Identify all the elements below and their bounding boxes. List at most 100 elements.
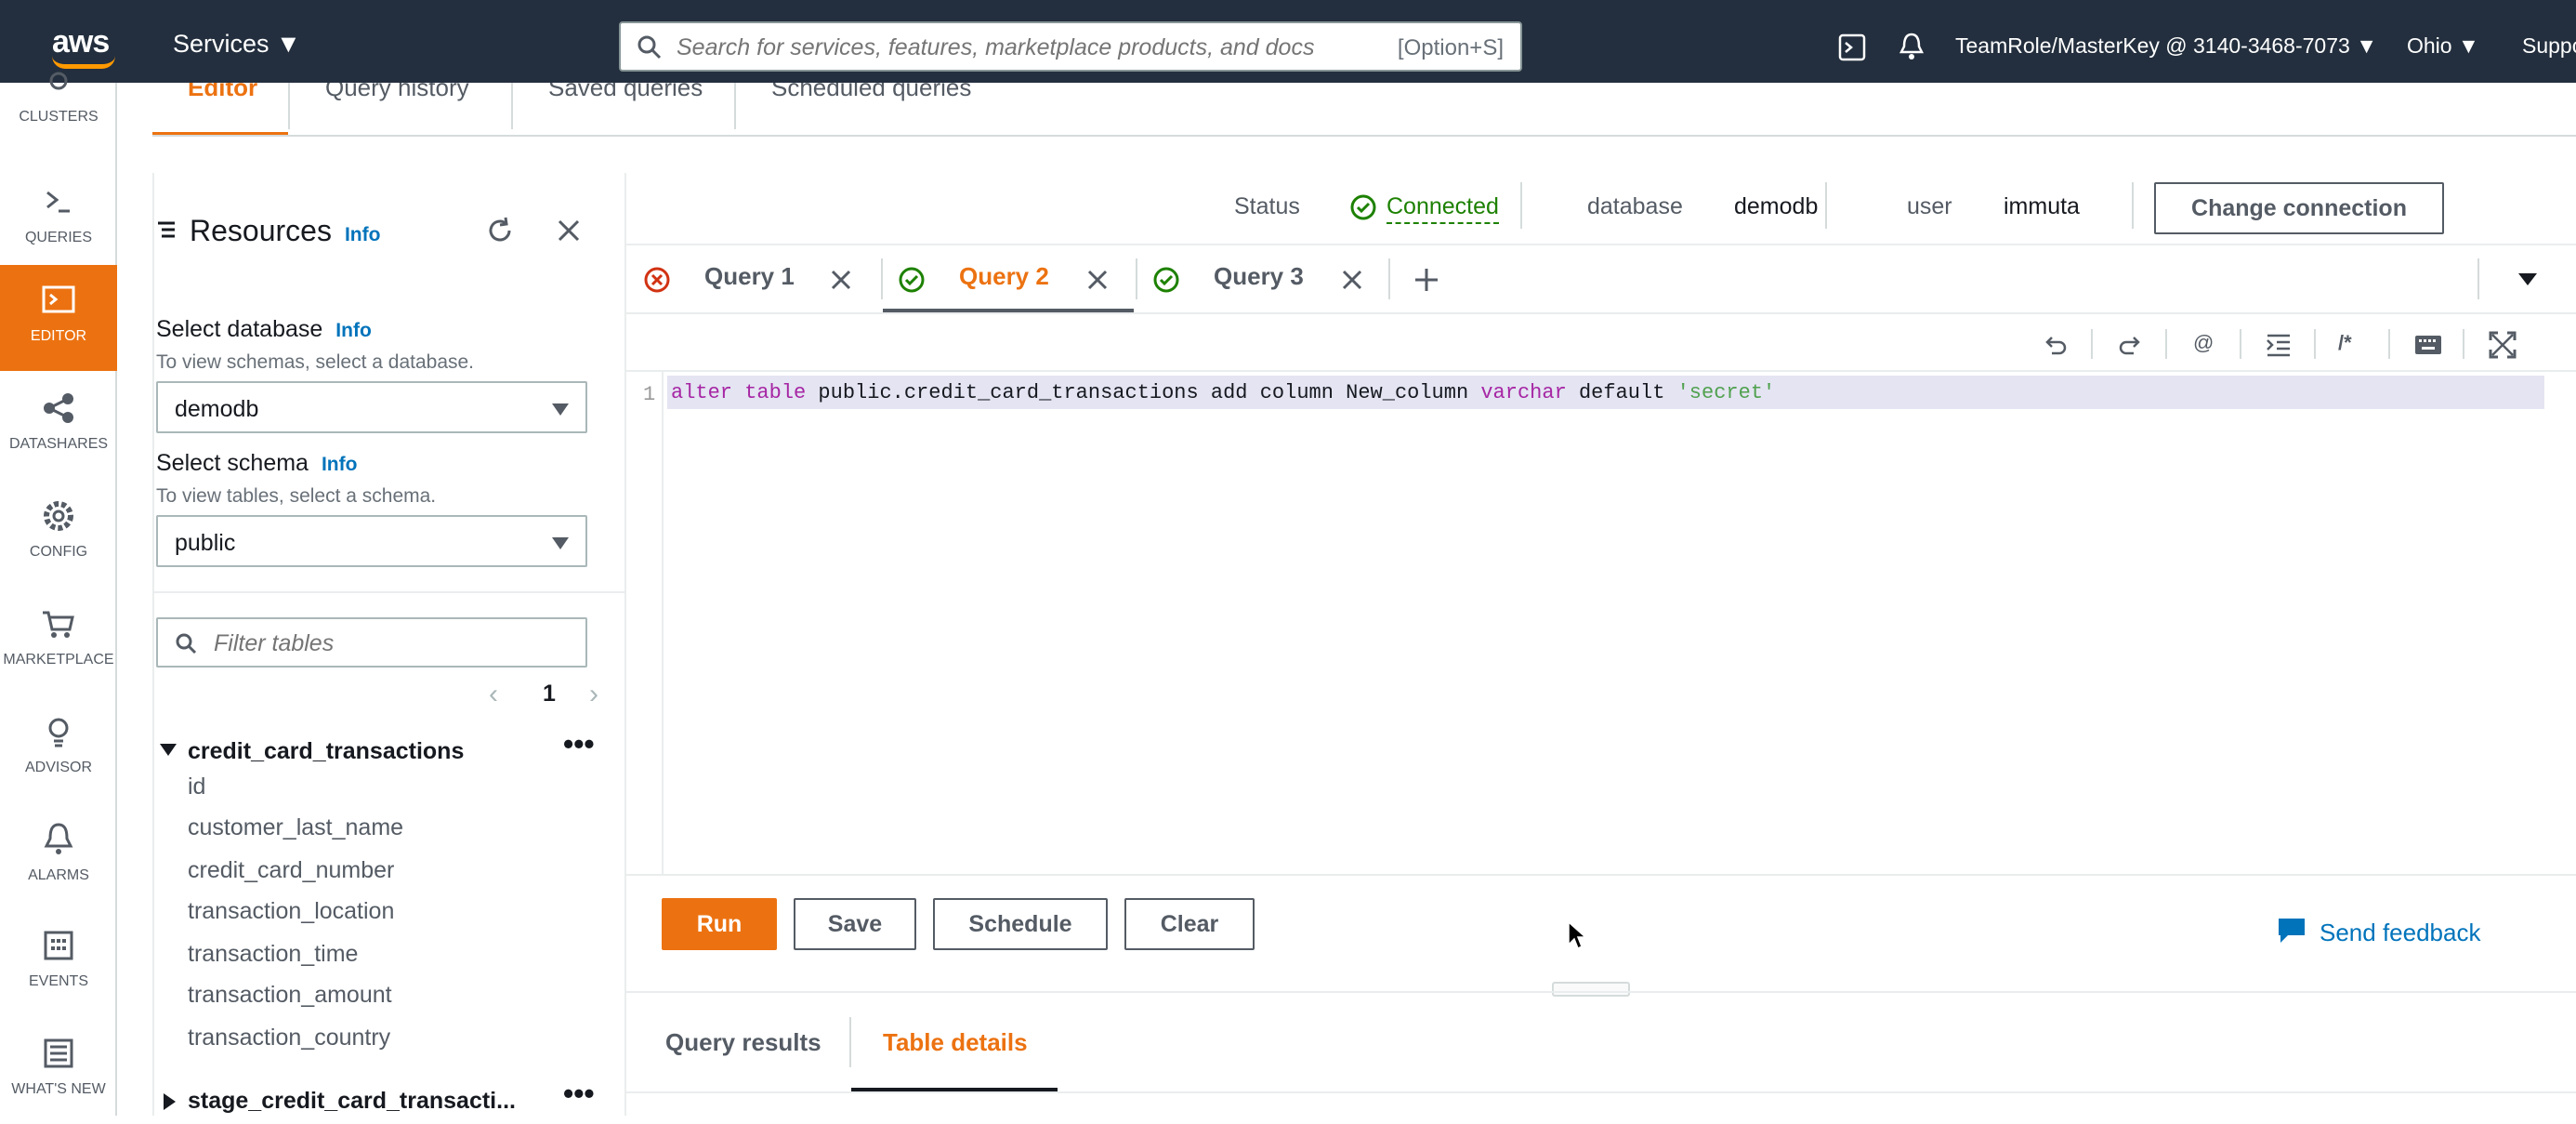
add-tab-icon[interactable] xyxy=(1413,266,1440,294)
close-tab-icon[interactable] xyxy=(1085,268,1110,292)
tab-scheduled-queries[interactable]: Scheduled queries xyxy=(771,83,971,102)
success-check-icon xyxy=(899,267,925,293)
expand-right-icon[interactable] xyxy=(164,1093,176,1110)
rail-item-queries[interactable]: QUERIES xyxy=(0,166,117,272)
format-indent-icon[interactable] xyxy=(2266,333,2292,357)
column-item[interactable]: id xyxy=(188,774,205,800)
rail-item-advisor[interactable]: ADVISOR xyxy=(0,696,117,802)
database-hint: To view schemas, select a database. xyxy=(156,351,475,373)
page-next-icon[interactable]: › xyxy=(589,679,598,710)
filter-tables-input[interactable] xyxy=(214,629,567,657)
services-menu[interactable]: Services ▼ xyxy=(173,30,301,59)
run-button[interactable]: Run xyxy=(662,898,777,950)
tab-table-details[interactable]: Table details xyxy=(883,1028,1028,1057)
rail-item-clusters[interactable]: CLUSTERS xyxy=(0,46,117,152)
rail-item-datashares[interactable]: DATASHARES xyxy=(0,373,117,479)
support-menu[interactable]: Suppo xyxy=(2522,33,2576,59)
rail-label: EDITOR xyxy=(30,328,87,344)
close-tab-icon[interactable] xyxy=(1340,268,1364,292)
table-stage-credit-card-transactions[interactable]: stage_credit_card_transacti... xyxy=(188,1088,516,1115)
refresh-icon[interactable] xyxy=(485,216,515,245)
schema-select[interactable]: public xyxy=(156,515,587,567)
tab-editor[interactable]: Editor xyxy=(188,83,257,102)
column-item[interactable]: transaction_amount xyxy=(188,982,392,1009)
comment-icon[interactable]: /* xyxy=(2338,331,2352,355)
page-prev-icon[interactable]: ‹ xyxy=(489,679,498,710)
search-icon xyxy=(176,633,197,655)
region-label: Ohio xyxy=(2407,33,2452,58)
caret-down-icon: ▼ xyxy=(276,30,301,58)
account-menu[interactable]: TeamRole/MasterKey @ 3140-3468-7073 ▼ xyxy=(1955,33,2377,59)
database-select-value: demodb xyxy=(175,396,259,422)
sql-editor[interactable]: alter table public.credit_card_transacti… xyxy=(671,381,1775,404)
redo-icon[interactable] xyxy=(2117,333,2143,357)
rail-item-marketplace[interactable]: MARKETPLACE xyxy=(0,588,117,694)
fullscreen-icon[interactable] xyxy=(2489,331,2517,359)
schedule-button[interactable]: Schedule xyxy=(933,898,1108,950)
resize-handle[interactable] xyxy=(1552,982,1630,997)
search-icon xyxy=(637,35,662,60)
tabs-menu-icon[interactable] xyxy=(2518,273,2537,285)
page-number[interactable]: 1 xyxy=(543,681,556,707)
resources-title-text: Resources xyxy=(190,214,332,247)
global-search[interactable]: [Option+S] xyxy=(619,21,1522,72)
schema-info-link[interactable]: Info xyxy=(322,454,357,475)
select-schema-text: Select schema xyxy=(156,450,309,476)
editor-tabbar: Editor Query history Saved queries Sched… xyxy=(152,83,2576,137)
rail-item-editor[interactable]: EDITOR xyxy=(0,265,117,371)
divider xyxy=(626,244,2576,245)
connected-check-icon xyxy=(1350,194,1376,220)
keyboard-icon[interactable] xyxy=(2414,335,2442,355)
filter-tables[interactable] xyxy=(156,617,587,668)
tab-query-1[interactable]: Query 1 xyxy=(704,262,795,291)
connection-status[interactable]: Connected xyxy=(1387,193,1499,224)
parameter-icon[interactable]: @ xyxy=(2193,331,2214,355)
toolbar-divider xyxy=(2240,329,2241,359)
rail-item-whats-new[interactable]: WHAT'S NEW xyxy=(0,1018,117,1124)
rail-item-events[interactable]: EVENTS xyxy=(0,910,117,1016)
caret-down-icon: ▼ xyxy=(2356,33,2377,58)
tab-query-2[interactable]: Query 2 xyxy=(959,262,1049,291)
left-rail: CLUSTERS QUERIES EDITOR DATASHARES CONFI… xyxy=(0,72,117,1116)
resources-info-link[interactable]: Info xyxy=(345,224,380,245)
table-actions-icon[interactable]: ••• xyxy=(563,1077,595,1111)
tab-query-history[interactable]: Query history xyxy=(325,83,469,102)
resources-title: Resources Info xyxy=(190,214,380,248)
column-item[interactable]: credit_card_number xyxy=(188,857,394,884)
column-item[interactable]: transaction_country xyxy=(188,1025,390,1051)
column-item[interactable]: transaction_location xyxy=(188,898,394,925)
table-actions-icon[interactable]: ••• xyxy=(563,727,595,761)
cloudshell-icon[interactable] xyxy=(1838,33,1866,61)
clusters-icon xyxy=(49,72,68,90)
divider xyxy=(1520,182,1522,229)
column-item[interactable]: customer_last_name xyxy=(188,814,403,841)
save-button[interactable]: Save xyxy=(794,898,916,950)
tab-query-results[interactable]: Query results xyxy=(665,1028,821,1057)
search-input[interactable] xyxy=(677,33,1364,62)
bulb-icon xyxy=(48,718,69,747)
send-feedback-link[interactable]: Send feedback xyxy=(2320,919,2480,947)
tab-saved-queries[interactable]: Saved queries xyxy=(548,83,703,102)
editor-toolbar: @ /* xyxy=(2043,322,2563,368)
close-tab-icon[interactable] xyxy=(829,268,853,292)
change-connection-button[interactable]: Change connection xyxy=(2154,182,2444,234)
region-menu[interactable]: Ohio ▼ xyxy=(2407,33,2479,59)
bell-icon[interactable] xyxy=(1898,32,1925,61)
tab-query-3[interactable]: Query 3 xyxy=(1214,262,1304,291)
close-icon[interactable] xyxy=(556,218,582,244)
database-select[interactable]: demodb xyxy=(156,381,587,433)
account-label: TeamRole/MasterKey @ 3140-3468-7073 xyxy=(1955,33,2350,58)
undo-icon[interactable] xyxy=(2043,333,2069,357)
divider xyxy=(1825,182,1827,229)
table-credit-card-transactions[interactable]: credit_card_transactions xyxy=(188,738,464,765)
rail-item-alarms[interactable]: ALARMS xyxy=(0,804,117,910)
rail-label: MARKETPLACE xyxy=(3,652,114,668)
rail-item-config[interactable]: CONFIG xyxy=(0,481,117,587)
column-item[interactable]: transaction_time xyxy=(188,941,358,968)
divider xyxy=(626,991,2576,993)
toolbar-divider xyxy=(2091,329,2093,359)
editor-icon xyxy=(42,285,75,313)
database-info-link[interactable]: Info xyxy=(335,320,371,341)
clear-button[interactable]: Clear xyxy=(1124,898,1255,950)
expand-down-icon[interactable] xyxy=(160,744,177,756)
